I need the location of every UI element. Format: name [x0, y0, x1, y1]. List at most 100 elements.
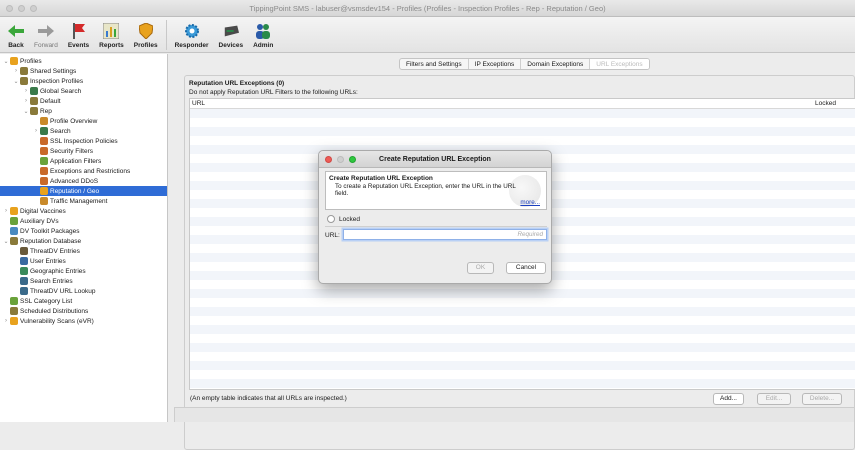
locked-option[interactable]: Locked — [327, 215, 360, 223]
tree-node-icon — [20, 267, 28, 275]
tree-item[interactable]: Auxiliary DVs — [0, 216, 167, 226]
panel-description: Do not apply Reputation URL Filters to t… — [189, 89, 358, 96]
tree-node-icon — [30, 107, 38, 115]
tab-ip-exceptions[interactable]: IP Exceptions — [469, 59, 522, 69]
tree-item[interactable]: ⌄ Rep — [0, 106, 167, 116]
tree-item[interactable]: ⌄ Profiles — [0, 56, 167, 66]
tree-node-icon — [10, 207, 18, 215]
tree-item[interactable]: Geographic Entries — [0, 266, 167, 276]
reports-button[interactable]: Reports — [94, 16, 129, 52]
tree-item[interactable]: ⌄ Reputation Database — [0, 236, 167, 246]
tree-item[interactable]: SSL Inspection Policies — [0, 136, 167, 146]
tree-item[interactable]: Advanced DDoS — [0, 176, 167, 186]
navigation-tree: ⌄ Profiles › Shared Settings ⌄ Inspection Pro… — [0, 54, 168, 422]
chevron-right-icon[interactable]: › — [2, 208, 10, 214]
tree-node-icon — [20, 67, 28, 75]
url-input[interactable] — [343, 229, 547, 240]
profiles-button[interactable]: Profiles — [129, 16, 163, 52]
tree-node-icon — [40, 127, 48, 135]
cancel-button[interactable]: Cancel — [506, 262, 546, 274]
tree-item[interactable]: Application Filters — [0, 156, 167, 166]
tree-item[interactable]: ThreatDV URL Lookup — [0, 286, 167, 296]
tree-node-icon — [30, 87, 38, 95]
tree-item[interactable]: Exceptions and Restrictions — [0, 166, 167, 176]
tree-item[interactable]: Reputation / Geo — [0, 186, 167, 196]
chevron-down-icon[interactable]: ⌄ — [22, 108, 30, 115]
tab-filters-and-settings[interactable]: Filters and Settings — [400, 59, 469, 69]
tree-item[interactable]: Scheduled Distributions — [0, 306, 167, 316]
devices-button[interactable]: Devices — [214, 16, 249, 52]
tree-item[interactable]: DV Toolkit Packages — [0, 226, 167, 236]
tree-item-label: DV Toolkit Packages — [20, 227, 80, 235]
window-titlebar: TippingPoint SMS - labuser@vsmsdev154 - … — [0, 0, 855, 17]
tree-item[interactable]: Search Entries — [0, 276, 167, 286]
tree-item[interactable]: › Shared Settings — [0, 66, 167, 76]
chevron-right-icon[interactable]: › — [22, 98, 30, 104]
minimize-window-button[interactable] — [18, 5, 25, 12]
delete-button[interactable]: Delete... — [802, 393, 842, 405]
ok-button[interactable]: OK — [467, 262, 494, 274]
tree-node-icon — [10, 307, 18, 315]
tree-node-icon — [10, 237, 18, 245]
zoom-window-button[interactable] — [30, 5, 37, 12]
tree-node-icon — [40, 167, 48, 175]
tree-item[interactable]: › Digital Vaccines — [0, 206, 167, 216]
dialog-minimize-button[interactable] — [337, 156, 344, 163]
admin-button[interactable]: Admin — [248, 16, 278, 52]
tree-item-label: Inspection Profiles — [30, 77, 84, 85]
column-url[interactable]: URL — [190, 99, 815, 108]
chevron-right-icon[interactable]: › — [12, 68, 20, 74]
tab-url-exceptions[interactable]: URL Exceptions — [590, 59, 649, 69]
tree-item[interactable]: User Entries — [0, 256, 167, 266]
add-button[interactable]: Add... — [713, 393, 744, 405]
tree-item[interactable]: ⌄ Inspection Profiles — [0, 76, 167, 86]
tree-item[interactable]: › Default — [0, 96, 167, 106]
chevron-right-icon[interactable]: › — [2, 318, 10, 324]
events-button[interactable]: Events — [63, 16, 94, 52]
window-controls[interactable] — [6, 5, 37, 12]
tree-node-icon — [20, 77, 28, 85]
tree-item[interactable]: ThreatDV Entries — [0, 246, 167, 256]
dialog-zoom-button[interactable] — [349, 156, 356, 163]
dialog-titlebar: Create Reputation URL Exception — [319, 151, 551, 168]
banner-heading: Create Reputation URL Exception — [329, 175, 433, 182]
empty-table-row — [190, 379, 855, 388]
chevron-down-icon[interactable]: ⌄ — [12, 78, 20, 85]
chevron-down-icon[interactable]: ⌄ — [2, 238, 10, 245]
responder-button[interactable]: Responder — [170, 16, 214, 52]
locked-label: Locked — [339, 215, 360, 223]
tree-item[interactable]: Traffic Management — [0, 196, 167, 206]
tree-node-icon — [10, 297, 18, 305]
tree-item[interactable]: › Search — [0, 126, 167, 136]
tree-item-label: Application Filters — [50, 157, 102, 165]
responder-gear-icon — [184, 23, 200, 39]
forward-button[interactable]: Forward — [29, 16, 63, 52]
tree-item[interactable]: › Vulnerability Scans (eVR) — [0, 316, 167, 326]
devices-icon — [223, 23, 239, 39]
locked-checkbox[interactable] — [327, 215, 335, 223]
tree-node-icon — [10, 227, 18, 235]
more-link[interactable]: more... — [520, 199, 540, 206]
chevron-right-icon[interactable]: › — [22, 88, 30, 94]
tree-item-label: Traffic Management — [50, 197, 108, 205]
tree-item[interactable]: Profile Overview — [0, 116, 167, 126]
chevron-right-icon[interactable]: › — [32, 128, 40, 134]
close-window-button[interactable] — [6, 5, 13, 12]
empty-table-row — [190, 334, 855, 343]
tree-item[interactable]: Security Filters — [0, 146, 167, 156]
tree-node-icon — [20, 277, 28, 285]
panel-title: Reputation URL Exceptions (0) — [189, 80, 285, 87]
tree-item-label: Search — [50, 127, 71, 135]
chevron-down-icon[interactable]: ⌄ — [2, 58, 10, 65]
tree-item[interactable]: › Global Search — [0, 86, 167, 96]
back-button[interactable]: Back — [3, 16, 29, 52]
tab-domain-exceptions[interactable]: Domain Exceptions — [521, 59, 591, 69]
dialog-window-controls[interactable] — [325, 156, 356, 163]
tree-item-label: Auxiliary DVs — [20, 217, 59, 225]
dialog-divider — [325, 226, 547, 227]
tree-item[interactable]: SSL Category List — [0, 296, 167, 306]
dialog-close-button[interactable] — [325, 156, 332, 163]
tree-item-label: Profiles — [20, 57, 42, 65]
edit-button[interactable]: Edit... — [757, 393, 791, 405]
column-locked[interactable]: Locked — [815, 99, 855, 108]
